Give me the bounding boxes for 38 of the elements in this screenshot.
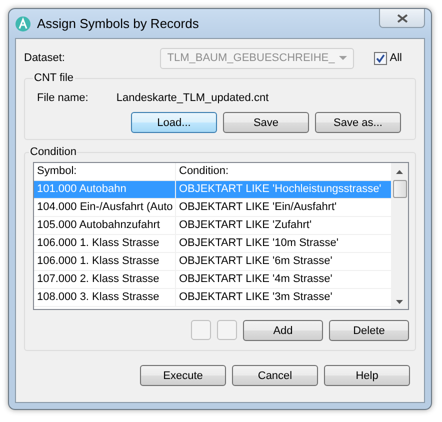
window-title: Assign Symbols by Records	[37, 16, 199, 31]
button[interactable]: Delete	[329, 320, 409, 341]
column-header[interactable]: Symbol:	[34, 163, 176, 180]
button[interactable]: Cancel	[232, 365, 318, 386]
condition-cell[interactable]: OBJEKTART LIKE '10m Strasse'	[176, 235, 391, 252]
symbol-cell[interactable]: 106.000 1. Klass Strasse	[34, 253, 176, 270]
column-header[interactable]: Condition:	[176, 163, 391, 180]
close-icon	[396, 14, 408, 22]
condition-cell[interactable]: OBJEKTART LIKE '4m Strasse'	[176, 271, 391, 288]
condition-cell[interactable]: OBJEKTART LIKE 'Zufahrt'	[176, 217, 391, 234]
file-name-value: Landeskarte_TLM_updated.cnt	[116, 92, 269, 104]
symbol-cell[interactable]: 107.000 2. Klass Strasse	[34, 271, 176, 288]
button[interactable]: Load...	[131, 112, 217, 133]
scrollbar[interactable]	[391, 163, 408, 309]
button[interactable]: Execute	[140, 365, 226, 386]
checkmark-icon	[376, 54, 385, 62]
group-title: Condition	[29, 146, 78, 158]
button[interactable]: Save as...	[315, 112, 401, 133]
symbol-cell[interactable]: 105.000 Autobahnzufahrt	[34, 217, 176, 234]
scroll-down-icon	[396, 300, 403, 304]
group-title: CNT file	[33, 72, 75, 84]
all-label: All	[390, 52, 402, 64]
symbol-cell[interactable]: 108.000 3. Klass Strasse	[34, 289, 176, 306]
scroll-up-icon	[396, 170, 403, 174]
dataset-label: Dataset:	[24, 52, 65, 64]
condition-cell[interactable]: OBJEKTART LIKE 'Ein/Ausfahrt'	[176, 199, 391, 216]
scroll-thumb[interactable]	[392, 180, 406, 198]
condition-cell[interactable]: OBJEKTART LIKE '3m Strasse'	[176, 289, 391, 306]
symbol-cell[interactable]: 104.000 Ein-/Ausfahrt (Auto	[34, 199, 176, 216]
file-name-label: File name:	[37, 92, 88, 104]
dropdown-caret-icon	[338, 56, 347, 60]
button[interactable]: Add	[243, 320, 323, 341]
close-button[interactable]	[379, 9, 425, 28]
button[interactable]: Help	[324, 365, 410, 386]
app-logo-icon	[15, 16, 31, 32]
condition-cell[interactable]: OBJEKTART LIKE '6m Strasse'	[176, 253, 391, 270]
symbol-cell[interactable]: 106.000 1. Klass Strasse	[34, 235, 176, 252]
button[interactable]: Save	[223, 112, 309, 133]
